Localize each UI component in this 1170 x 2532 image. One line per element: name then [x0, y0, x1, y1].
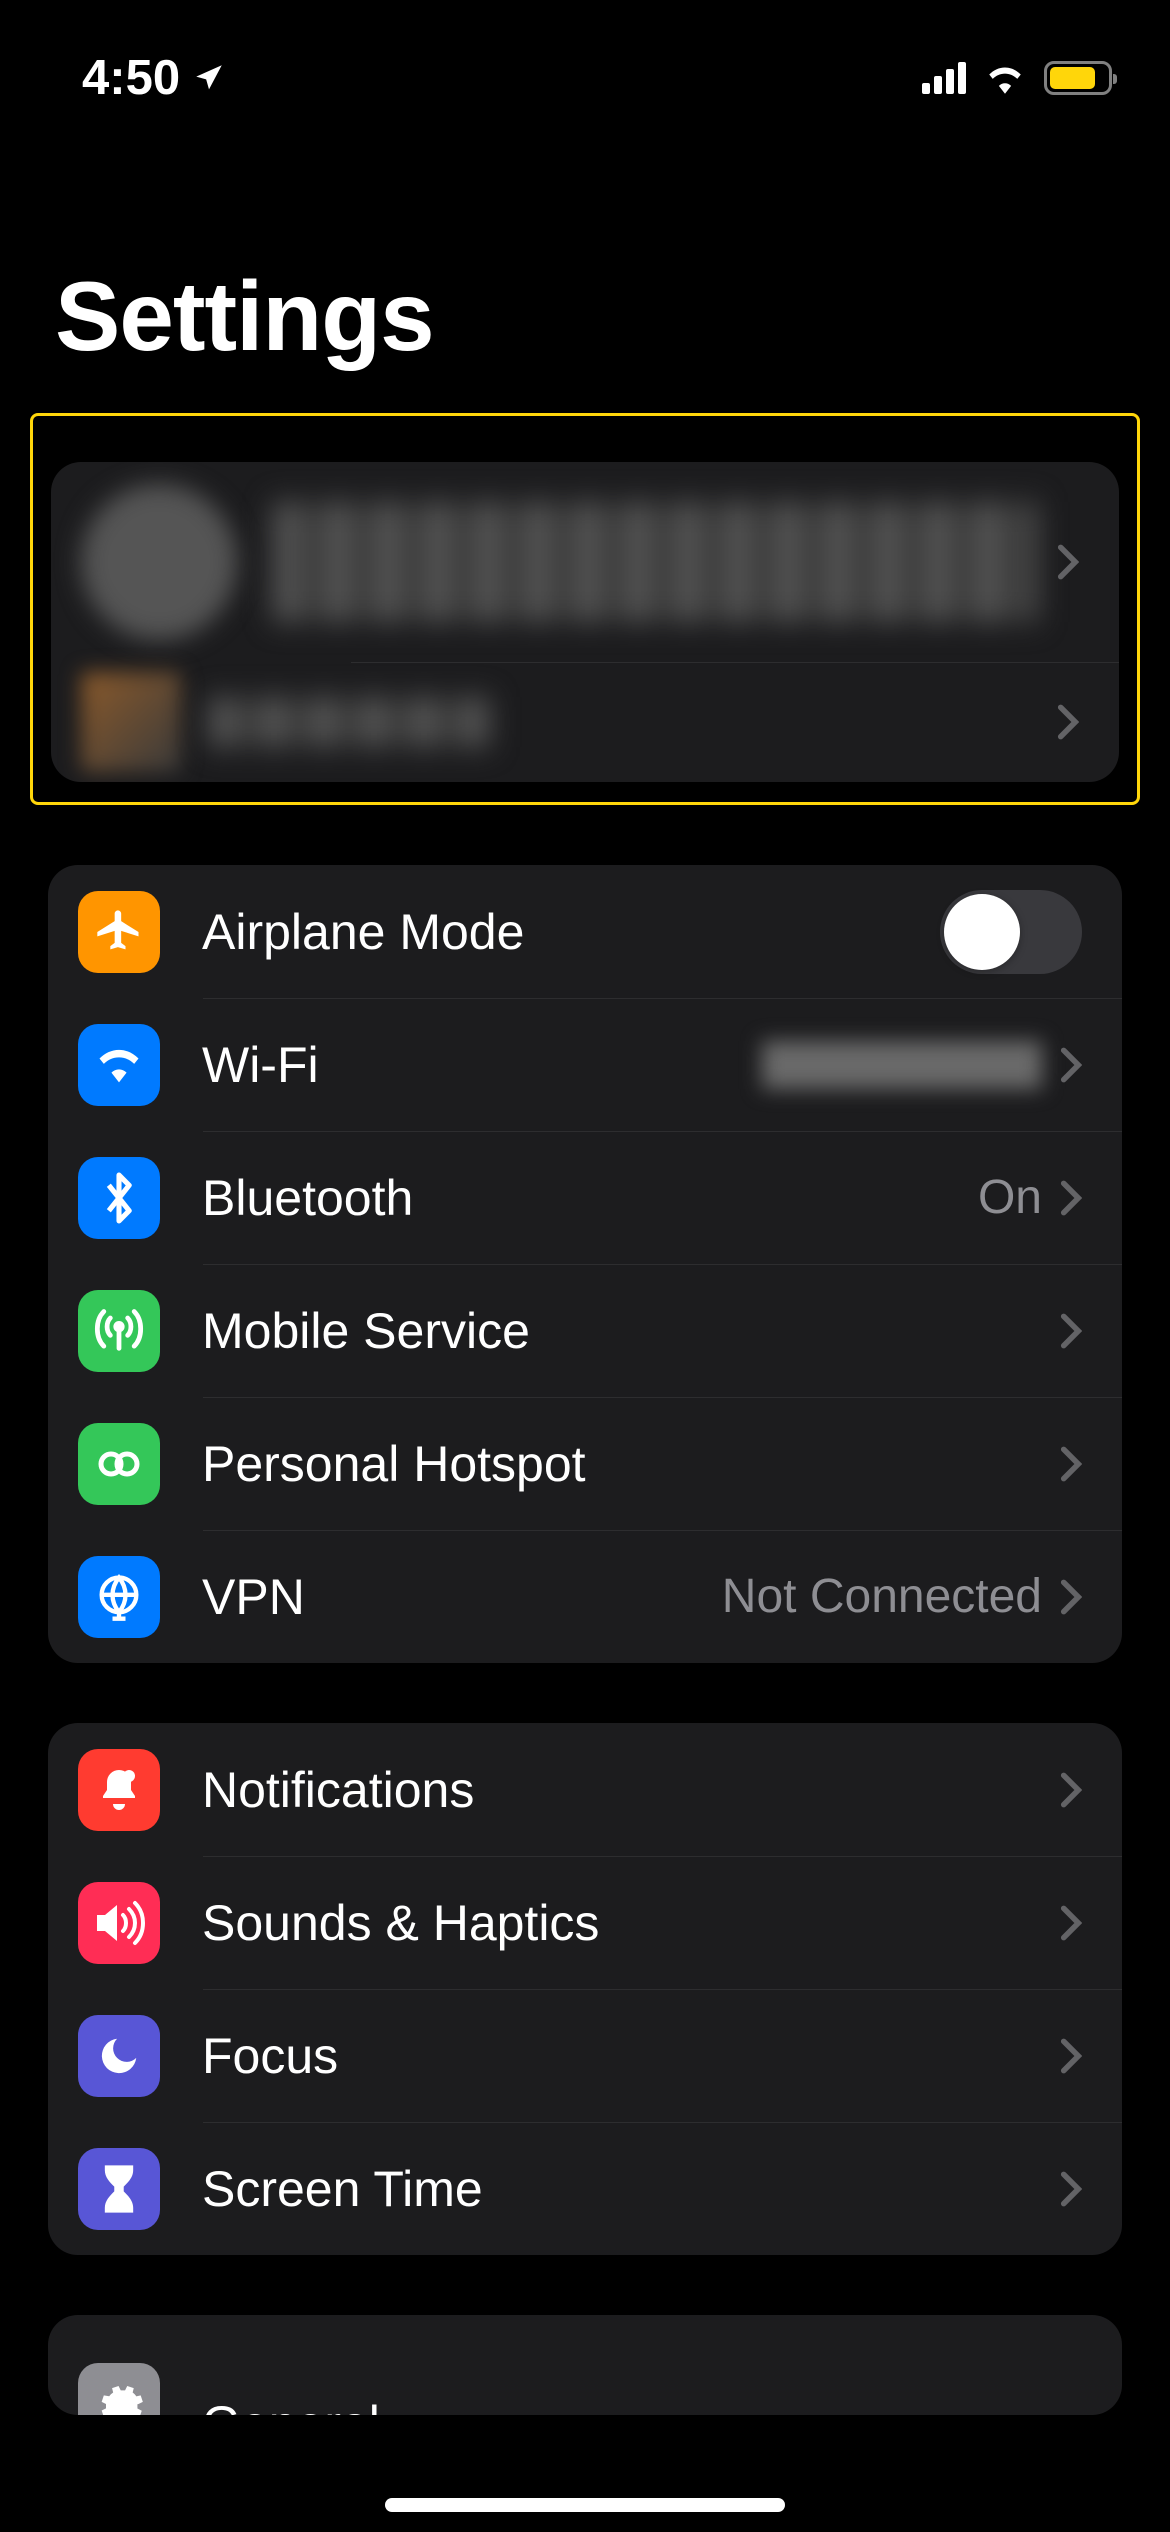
screentime-row[interactable]: Screen Time	[48, 2122, 1122, 2255]
family-avatar	[81, 672, 181, 772]
bluetooth-row[interactable]: Bluetooth On	[48, 1131, 1122, 1264]
notifications-group: Notifications Sounds & Haptics Focus Scr…	[48, 1723, 1122, 2255]
gear-icon	[78, 2363, 160, 2415]
wifi-row[interactable]: Wi-Fi	[48, 998, 1122, 1131]
chevron-right-icon	[1057, 543, 1079, 581]
vpn-label: VPN	[202, 1568, 722, 1626]
sounds-label: Sounds & Haptics	[202, 1894, 1060, 1952]
chevron-right-icon	[1060, 1578, 1082, 1616]
wifi-label: Wi-Fi	[202, 1036, 762, 1094]
hotspot-label: Personal Hotspot	[202, 1435, 1060, 1493]
hotspot-icon	[78, 1423, 160, 1505]
vpn-row[interactable]: VPN Not Connected	[48, 1530, 1122, 1663]
family-label-redacted	[209, 697, 489, 747]
bluetooth-value: On	[978, 1170, 1042, 1225]
chevron-right-icon	[1057, 703, 1079, 741]
chevron-right-icon	[1060, 1046, 1082, 1084]
status-time: 4:50	[82, 50, 180, 106]
general-row[interactable]: General	[48, 2315, 1122, 2415]
globe-icon	[78, 1556, 160, 1638]
vpn-value: Not Connected	[722, 1569, 1042, 1624]
cellular-row[interactable]: Mobile Service	[48, 1264, 1122, 1397]
hotspot-row[interactable]: Personal Hotspot	[48, 1397, 1122, 1530]
chevron-right-icon	[1060, 1445, 1082, 1483]
page-title: Settings	[0, 110, 1170, 413]
cellular-signal-icon	[922, 62, 966, 94]
location-icon	[192, 61, 226, 95]
general-label: General	[202, 2395, 1082, 2415]
apple-id-row[interactable]	[51, 462, 1119, 662]
airplane-label: Airplane Mode	[202, 903, 940, 961]
wifi-value-redacted	[762, 1041, 1042, 1089]
status-time-container: 4:50	[82, 50, 226, 106]
notifications-row[interactable]: Notifications	[48, 1723, 1122, 1856]
general-group: General	[48, 2315, 1122, 2415]
chevron-right-icon	[1060, 1771, 1082, 1809]
bell-icon	[78, 1749, 160, 1831]
avatar	[81, 484, 237, 640]
wifi-status-icon	[984, 62, 1026, 94]
focus-label: Focus	[202, 2027, 1060, 2085]
home-indicator[interactable]	[385, 2498, 785, 2512]
chevron-right-icon	[1060, 2037, 1082, 2075]
airplane-icon	[78, 891, 160, 973]
screentime-label: Screen Time	[202, 2160, 1060, 2218]
wifi-icon	[78, 1024, 160, 1106]
focus-row[interactable]: Focus	[48, 1989, 1122, 2122]
hourglass-icon	[78, 2148, 160, 2230]
battery-icon	[1044, 61, 1112, 95]
chevron-right-icon	[1060, 1904, 1082, 1942]
apple-id-group	[51, 462, 1119, 782]
sounds-row[interactable]: Sounds & Haptics	[48, 1856, 1122, 1989]
chevron-right-icon	[1060, 1179, 1082, 1217]
notifications-label: Notifications	[202, 1761, 1060, 1819]
chevron-right-icon	[1060, 1312, 1082, 1350]
cellular-label: Mobile Service	[202, 1302, 1060, 1360]
airplane-mode-row[interactable]: Airplane Mode	[48, 865, 1122, 998]
speaker-icon	[78, 1882, 160, 1964]
moon-icon	[78, 2015, 160, 2097]
apple-id-highlight	[30, 413, 1140, 805]
apple-id-name-redacted	[273, 502, 1037, 622]
status-bar: 4:50	[0, 0, 1170, 110]
antenna-icon	[78, 1290, 160, 1372]
family-row[interactable]	[51, 662, 1119, 782]
connectivity-group: Airplane Mode Wi-Fi Bluetooth On Mobile …	[48, 865, 1122, 1663]
bluetooth-label: Bluetooth	[202, 1169, 978, 1227]
chevron-right-icon	[1060, 2170, 1082, 2208]
airplane-toggle[interactable]	[940, 890, 1082, 974]
bluetooth-icon	[78, 1157, 160, 1239]
status-right	[922, 61, 1112, 95]
